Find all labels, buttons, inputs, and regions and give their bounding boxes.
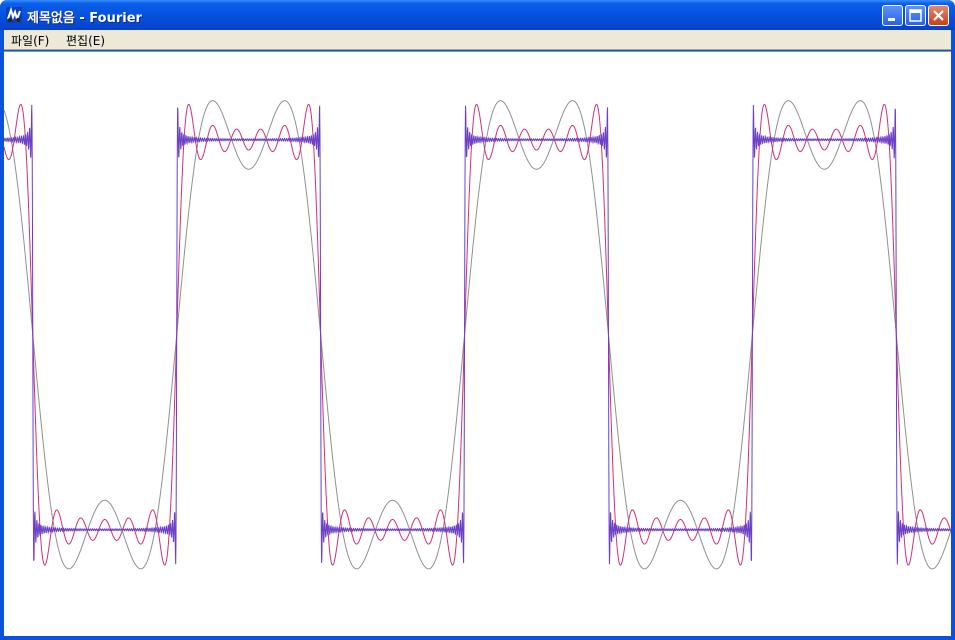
menu-bar: 파일(F) 편집(E) bbox=[4, 30, 951, 50]
minimize-icon bbox=[888, 18, 895, 21]
fourier-plot bbox=[4, 100, 951, 570]
close-icon bbox=[933, 10, 944, 21]
minimize-button[interactable] bbox=[882, 5, 903, 26]
plot-canvas[interactable] bbox=[4, 51, 951, 636]
menu-edit[interactable]: 편집(E) bbox=[66, 32, 105, 49]
fourier-app-icon bbox=[6, 7, 22, 23]
window-title: 제목없음 - Fourier bbox=[27, 11, 142, 26]
fourier-series-line-6 bbox=[4, 103, 951, 566]
close-button[interactable] bbox=[928, 5, 949, 26]
menu-file[interactable]: 파일(F) bbox=[11, 32, 49, 49]
maximize-button[interactable] bbox=[905, 5, 926, 26]
title-bar[interactable]: 제목없음 - Fourier bbox=[0, 0, 955, 30]
fourier-series-line-2 bbox=[4, 100, 951, 570]
fourier-series-line-70 bbox=[4, 104, 951, 565]
maximize-icon bbox=[909, 9, 922, 22]
app-window: 제목없음 - Fourier 파일(F) 편집(E) bbox=[0, 0, 955, 640]
